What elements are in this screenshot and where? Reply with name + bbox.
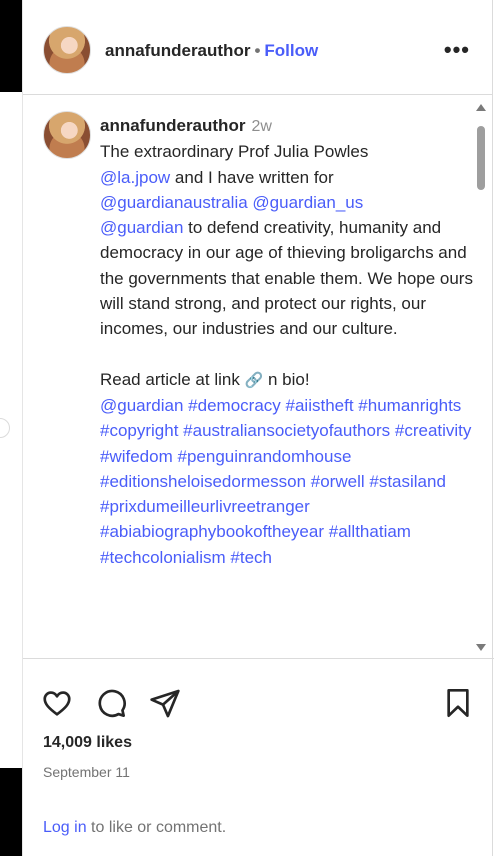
hashtag[interactable]: #prixdumeilleurlivreetranger [100,497,310,516]
post-detail-panel: annafunderauthor • Follow ••• annafunderau… [22,0,494,856]
post-actions: 14,009 likes September 11 Log in to like… [23,658,494,856]
separator-dot: • [254,41,261,60]
post-date[interactable]: September 11 [43,764,130,780]
login-link[interactable]: Log in [43,819,87,836]
paper-plane-icon[interactable] [149,687,181,719]
hashtag[interactable]: #creativity [395,421,472,440]
caption-scrollbar[interactable] [476,100,486,655]
hashtag[interactable]: #humanrights [358,396,461,415]
caption-text: annafunderauthor 2w The extraordinary Pro… [100,113,480,570]
header-user-line: annafunderauthor • Follow [105,41,318,61]
hashtag[interactable]: #penguinrandomhouse [178,447,352,466]
hashtag[interactable]: #tech [230,548,272,567]
hashtag[interactable]: #allthatiam [329,522,411,541]
hashtag[interactable]: #stasiland [369,472,446,491]
caption-username[interactable]: annafunderauthor [100,116,245,135]
read-article-before: Read article at link [100,369,245,389]
author-username[interactable]: annafunderauthor [105,41,250,60]
follow-button[interactable]: Follow [264,41,318,60]
scroll-thumb[interactable] [477,126,485,190]
hashtag[interactable]: #australiansocietyofauthors [183,421,390,440]
hashtag[interactable]: #copyright [100,421,178,440]
hashtag[interactable]: #democracy [188,396,281,415]
likes-count[interactable]: 14,009 likes [43,734,132,752]
mention-guardian-us[interactable]: @guardian_us [252,193,363,212]
heart-icon[interactable] [41,687,73,719]
hashtag[interactable]: #orwell [311,472,365,491]
login-prompt: Log in to like or comment. [43,819,226,837]
author-avatar[interactable] [43,26,91,74]
comment-bubble-icon[interactable] [95,687,127,719]
read-article-after: n bio! [263,369,310,389]
caption-line-1: The extraordinary Prof Julia Powles [100,142,369,162]
hashtag[interactable]: #wifedom [100,447,173,466]
scroll-up-arrow-icon[interactable] [476,104,486,111]
scroll-down-arrow-icon[interactable] [476,644,486,651]
hashtag[interactable]: #abiabiographybookoftheyear [100,522,324,541]
caption-scroll-area[interactable]: annafunderauthor 2w The extraordinary Pro… [23,95,494,658]
caption-relative-time[interactable]: 2w [251,118,271,135]
bookmark-icon[interactable] [442,687,474,719]
mention-guardianaustralia[interactable]: @guardianaustralia [100,193,248,212]
background-overlay-top [0,0,22,92]
mention-guardian[interactable]: @guardian [100,218,183,237]
mention-la-jpow[interactable]: @la.jpow [100,168,170,187]
previous-post-button[interactable] [0,418,10,438]
hashtag[interactable]: #editionsheloisedormesson [100,472,306,491]
post-header: annafunderauthor • Follow ••• [23,0,492,95]
hashtag[interactable]: #techcolonialism [100,548,226,567]
more-options-icon[interactable]: ••• [444,39,470,61]
login-prompt-text: to like or comment. [86,819,227,836]
mention-guardian-tag[interactable]: @guardian [100,396,183,415]
caption-line-2: and I have written for [170,167,334,187]
caption-avatar[interactable] [43,111,91,159]
hashtag[interactable]: #aiistheft [286,396,354,415]
link-icon: 🔗 [244,371,264,389]
background-overlay-bottom [0,768,22,856]
